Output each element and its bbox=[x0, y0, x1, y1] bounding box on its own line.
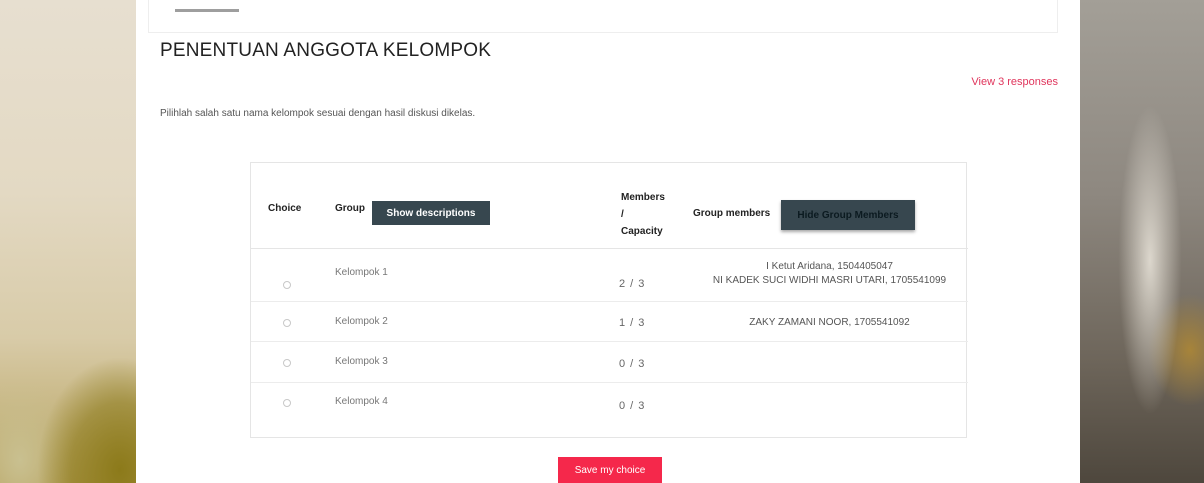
choice-radio[interactable] bbox=[283, 399, 291, 407]
table-row: Kelompok 3 0 / 3 bbox=[251, 342, 968, 383]
table-row: Kelompok 1 2 / 3 I Ketut Aridana, 150440… bbox=[251, 249, 968, 302]
save-choice-button[interactable]: Save my choice bbox=[558, 457, 662, 483]
group-name: Kelompok 3 bbox=[335, 356, 388, 367]
group-name: Kelompok 1 bbox=[335, 267, 388, 278]
choice-radio[interactable] bbox=[283, 359, 291, 367]
header-members-label: Members bbox=[621, 192, 665, 203]
table-row: Kelompok 2 1 / 3 ZAKY ZAMANI NOOR, 17055… bbox=[251, 302, 968, 342]
tab-indicator bbox=[175, 9, 239, 12]
capacity-value: 0 / 3 bbox=[619, 358, 646, 370]
hide-group-members-button[interactable]: Hide Group Members bbox=[781, 200, 915, 230]
previous-section-card bbox=[148, 0, 1058, 33]
background-image-left bbox=[0, 0, 136, 483]
choice-radio[interactable] bbox=[283, 281, 291, 289]
view-responses-link[interactable]: View 3 responses bbox=[971, 76, 1058, 88]
intro-text: Pilihlah salah satu nama kelompok sesuai… bbox=[160, 108, 476, 119]
header-group: Group bbox=[335, 203, 365, 214]
header-slash-label: / bbox=[621, 209, 624, 220]
choice-table: Choice Group Show descriptions Members /… bbox=[250, 162, 968, 438]
header-group-members: Group members bbox=[693, 208, 771, 219]
group-name: Kelompok 2 bbox=[335, 316, 388, 327]
group-members-list: I Ketut Aridana, 1504405047 NI KADEK SUC… bbox=[691, 260, 968, 288]
header-choice: Choice bbox=[268, 203, 302, 214]
member-entry: ZAKY ZAMANI NOOR, 1705541092 bbox=[749, 317, 910, 328]
member-entry: NI KADEK SUCI WIDHI MASRI UTARI, 1705541… bbox=[712, 275, 947, 286]
capacity-value: 1 / 3 bbox=[619, 317, 646, 329]
main-content: PENENTUAN ANGGOTA KELOMPOK View 3 respon… bbox=[136, 0, 1080, 483]
choice-radio[interactable] bbox=[283, 319, 291, 327]
background-image-right bbox=[1080, 0, 1204, 483]
group-name: Kelompok 4 bbox=[335, 396, 388, 407]
capacity-value: 0 / 3 bbox=[619, 400, 646, 412]
show-descriptions-button[interactable]: Show descriptions bbox=[372, 201, 490, 225]
capacity-value: 2 / 3 bbox=[619, 278, 646, 290]
group-members-list: ZAKY ZAMANI NOOR, 1705541092 bbox=[691, 316, 968, 330]
member-entry: I Ketut Aridana, 1504405047 bbox=[766, 261, 893, 272]
table-header: Choice Group Show descriptions Members /… bbox=[251, 163, 968, 249]
table-row: Kelompok 4 0 / 3 bbox=[251, 383, 968, 427]
header-capacity-label: Capacity bbox=[621, 226, 663, 237]
page-title: PENENTUAN ANGGOTA KELOMPOK bbox=[160, 40, 492, 61]
header-members-capacity: Members / Capacity bbox=[621, 189, 665, 240]
